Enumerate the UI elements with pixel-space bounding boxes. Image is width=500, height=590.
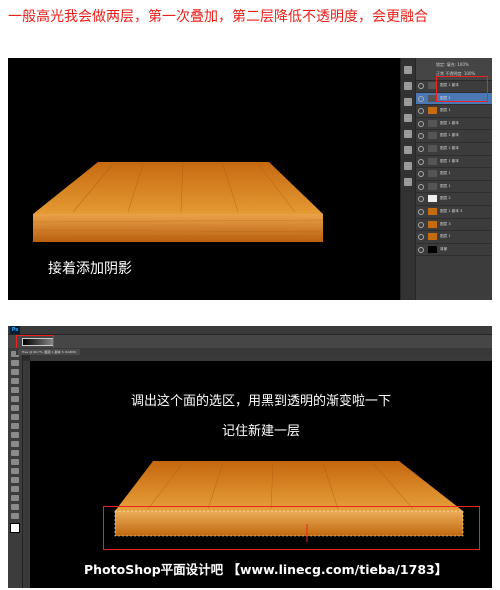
- foreground-color-swatch[interactable]: [10, 523, 20, 533]
- dock-icon[interactable]: [404, 162, 412, 170]
- layer-row[interactable]: 图层 1 副本: [416, 156, 492, 169]
- tutorial-caption: 一般高光我会做两层，第一次叠加，第二层降低不透明度，会更融合: [8, 9, 428, 25]
- eye-icon[interactable]: [418, 120, 424, 127]
- eyedropper-tool-icon[interactable]: [11, 396, 19, 402]
- highlight-box: [436, 76, 488, 102]
- brush-tool-icon[interactable]: [11, 414, 19, 420]
- layer-row[interactable]: 背景: [416, 244, 492, 257]
- options-bar: 模式: 正常不透明度: 100%反向仿色透明区域: [8, 335, 492, 355]
- gradient-tool-icon[interactable]: [11, 450, 19, 456]
- pen-tool-icon[interactable]: [11, 468, 19, 474]
- layer-list: 图层 1 副本 图层 1 图层 1 图层 1 副本 图层 1 副本 图层 1 副本 图层 1…: [416, 80, 492, 257]
- crop-tool-icon[interactable]: [11, 387, 19, 393]
- eye-icon[interactable]: [418, 95, 424, 102]
- history-brush-tool-icon[interactable]: [11, 432, 19, 438]
- layer-name: 图层 1: [440, 183, 451, 188]
- layer-thumbnail: [428, 107, 437, 115]
- layer-name: 图层 1 副本: [440, 145, 459, 150]
- lasso-tool-icon[interactable]: [11, 369, 19, 375]
- eye-icon[interactable]: [418, 246, 424, 253]
- layer-thumbnail: [428, 195, 437, 203]
- shape-tool-icon[interactable]: [11, 495, 19, 501]
- layer-row[interactable]: 图层 1 副本: [416, 118, 492, 131]
- layer-thumbnail: [428, 132, 437, 140]
- eye-icon[interactable]: [418, 221, 424, 228]
- eye-icon[interactable]: [418, 133, 424, 140]
- highlight-box: [16, 335, 54, 349]
- photoshop-logo-icon: Ps: [10, 326, 20, 334]
- dock-icon[interactable]: [404, 98, 412, 106]
- layer-row[interactable]: 图层 1 副本: [416, 143, 492, 156]
- hand-tool-icon[interactable]: [11, 504, 19, 510]
- annotation-line-2: 记住新建一层: [221, 424, 300, 439]
- dock-icon[interactable]: [404, 66, 412, 74]
- layer-thumbnail: [428, 245, 437, 253]
- quick-select-tool-icon[interactable]: [11, 378, 19, 384]
- layer-name: 图层 1 副本 3: [440, 208, 463, 213]
- layers-panel: 正常 不透明度: 100% 锁定: 填充: 100% 图层 1 副本 图层 1 图层…: [400, 58, 492, 300]
- dock-icon[interactable]: [404, 146, 412, 154]
- layer-name: 图层 2: [440, 196, 451, 201]
- marquee-tool-icon[interactable]: [11, 360, 19, 366]
- eye-icon[interactable]: [418, 196, 424, 203]
- layer-name: 图层 1: [440, 108, 451, 113]
- selection-highlight-box: [103, 506, 480, 550]
- screenshot-bottom: Ps 文件(F)编辑(E)图像(I)图层(L)文字(Y)选择(S)滤镜(T)3D…: [8, 326, 492, 588]
- menu-bar: Ps 文件(F)编辑(E)图像(I)图层(L)文字(Y)选择(S)滤镜(T)3D…: [8, 326, 492, 343]
- layer-name: 背景: [440, 246, 448, 251]
- lock-fill-row[interactable]: 锁定: 填充: 100%: [436, 62, 469, 68]
- annotation-line-1: 调出这个面的选区，用黑到透明的渐变啦一下: [130, 394, 391, 409]
- layer-row[interactable]: 图层 3: [416, 219, 492, 232]
- document-canvas: 接着添加阴影: [8, 58, 400, 300]
- dock-icon[interactable]: [404, 130, 412, 138]
- dock-icon[interactable]: [404, 82, 412, 90]
- type-tool-icon[interactable]: [11, 477, 19, 483]
- eye-icon[interactable]: [418, 208, 424, 215]
- layer-thumbnail: [428, 170, 437, 178]
- layer-name: 图层 1 副本: [440, 120, 459, 125]
- document-tab-bar: Tree @ 66.7% (图层 1 副本 3, RGB/8): [16, 348, 492, 355]
- dock-icon[interactable]: [404, 178, 412, 186]
- step-text: 接着添加阴影: [48, 261, 132, 277]
- layer-row[interactable]: 图层 1: [416, 181, 492, 194]
- eraser-tool-icon[interactable]: [11, 441, 19, 447]
- watermark: PhotoShop平面设计吧 【www.linecg.com/tieba/178…: [84, 562, 448, 577]
- screenshot-top: 接着添加阴影 正常 不透明度: 100% 锁定: 填充: 100% 图层 1 副…: [8, 58, 492, 300]
- dock-icon[interactable]: [404, 114, 412, 122]
- layer-name: 图层 1 副本: [440, 133, 459, 138]
- layer-thumbnail: [428, 233, 437, 241]
- layer-name: 图层 1: [440, 171, 451, 176]
- eye-icon[interactable]: [418, 234, 424, 241]
- eye-icon[interactable]: [418, 145, 424, 152]
- healing-tool-icon[interactable]: [11, 405, 19, 411]
- panel-dock-icons: [401, 58, 416, 300]
- eye-icon[interactable]: [418, 83, 424, 89]
- layer-thumbnail: [428, 220, 437, 228]
- layer-thumbnail: [428, 144, 437, 152]
- eye-icon[interactable]: [418, 183, 424, 190]
- eye-icon[interactable]: [418, 171, 424, 178]
- layer-row[interactable]: 图层 1 副本: [416, 130, 492, 143]
- dodge-tool-icon[interactable]: [11, 459, 19, 465]
- layer-thumbnail: [428, 119, 437, 127]
- eye-icon[interactable]: [418, 108, 424, 115]
- layer-name: 图层 3: [440, 221, 451, 226]
- layer-row[interactable]: 图层 1 副本 3: [416, 206, 492, 219]
- layer-name: 图层 1 副本: [440, 158, 459, 163]
- layer-row[interactable]: 图层 1: [416, 231, 492, 244]
- zoom-tool-icon[interactable]: [11, 513, 19, 519]
- layer-thumbnail: [428, 182, 437, 190]
- layer-name: 图层 1: [440, 234, 451, 239]
- layer-row[interactable]: 图层 2: [416, 193, 492, 206]
- layer-thumbnail: [428, 157, 437, 165]
- layer-row[interactable]: 图层 1: [416, 168, 492, 181]
- eye-icon[interactable]: [418, 158, 424, 165]
- layer-row[interactable]: 图层 1: [416, 105, 492, 118]
- stamp-tool-icon[interactable]: [11, 423, 19, 429]
- path-select-tool-icon[interactable]: [11, 486, 19, 492]
- tools-panel: [8, 348, 23, 588]
- layer-thumbnail: [428, 207, 437, 215]
